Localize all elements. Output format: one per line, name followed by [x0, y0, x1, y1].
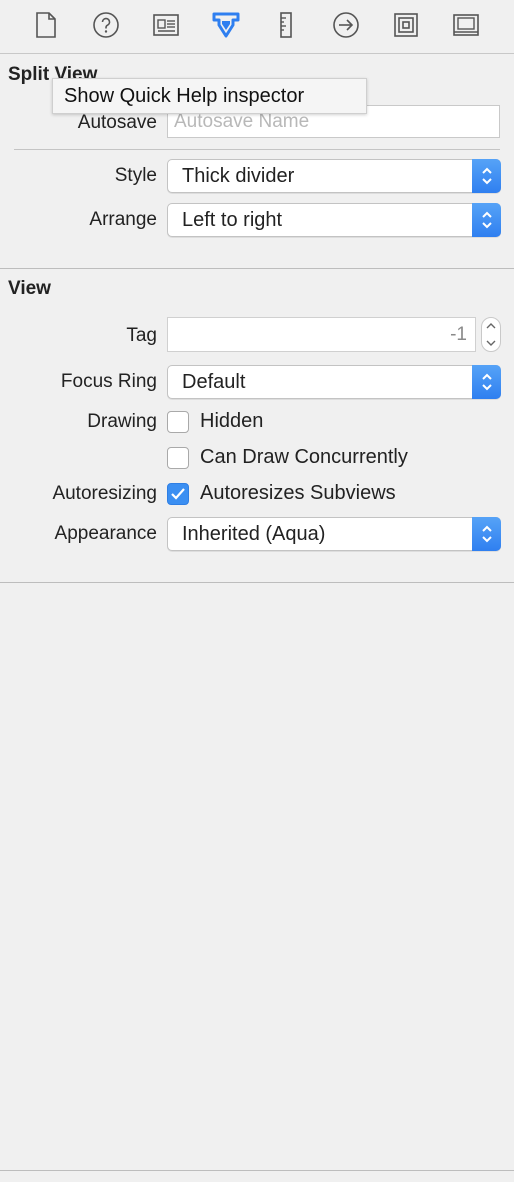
appearance-label: Appearance: [54, 523, 157, 544]
popup-arrows-icon: [472, 203, 501, 237]
tag-value: -1: [450, 324, 467, 345]
autosave-label: Autosave: [77, 112, 157, 133]
style-value: Thick divider: [182, 165, 295, 187]
tag-stepper[interactable]: [481, 317, 501, 352]
checkmark-icon: [171, 488, 185, 500]
appearance-value: Inherited (Aqua): [182, 523, 326, 545]
file-inspector-icon[interactable]: [31, 10, 61, 40]
popup-arrows-icon: [472, 159, 501, 193]
quick-help-inspector-icon[interactable]: [91, 10, 121, 40]
autoresizing-label: Autoresizing: [52, 483, 157, 504]
connections-inspector-icon[interactable]: [331, 10, 361, 40]
stepper-down-icon[interactable]: [486, 340, 496, 346]
section-divider: [0, 582, 514, 583]
focus-ring-label: Focus Ring: [60, 371, 157, 392]
autoresizes-subviews-checkbox[interactable]: [167, 483, 189, 505]
bindings-inspector-icon[interactable]: [391, 10, 421, 40]
focus-ring-value: Default: [182, 371, 246, 393]
attributes-inspector-icon[interactable]: [211, 10, 241, 40]
popup-arrows-icon: [472, 517, 501, 551]
draw-concurrently-label[interactable]: Can Draw Concurrently: [200, 446, 408, 469]
tag-label: Tag: [126, 325, 157, 346]
focus-ring-popup[interactable]: Default: [167, 365, 501, 399]
size-inspector-icon[interactable]: [271, 10, 301, 40]
appearance-popup[interactable]: Inherited (Aqua): [167, 517, 501, 551]
identity-inspector-icon[interactable]: [151, 10, 181, 40]
autosave-placeholder: Autosave Name: [174, 111, 310, 132]
view-section-title: View: [8, 278, 51, 299]
style-popup[interactable]: Thick divider: [167, 159, 501, 193]
inspector-toolbar: [0, 0, 514, 54]
divider: [14, 149, 500, 150]
section-divider: [0, 268, 514, 269]
arrange-popup[interactable]: Left to right: [167, 203, 501, 237]
autoresizes-subviews-label[interactable]: Autoresizes Subviews: [200, 482, 396, 505]
quick-help-tooltip: Show Quick Help inspector: [52, 78, 367, 114]
tag-field[interactable]: -1: [167, 317, 476, 352]
style-label: Style: [114, 165, 157, 186]
bottom-divider: [0, 1170, 514, 1171]
stepper-up-icon[interactable]: [486, 323, 496, 329]
drawing-label: Drawing: [87, 411, 157, 432]
hidden-checkbox[interactable]: [167, 411, 189, 433]
hidden-label[interactable]: Hidden: [200, 410, 263, 433]
arrange-label: Arrange: [89, 209, 157, 230]
arrange-value: Left to right: [182, 209, 283, 231]
view-effects-inspector-icon[interactable]: [451, 10, 481, 40]
draw-concurrently-checkbox[interactable]: [167, 447, 189, 469]
popup-arrows-icon: [472, 365, 501, 399]
